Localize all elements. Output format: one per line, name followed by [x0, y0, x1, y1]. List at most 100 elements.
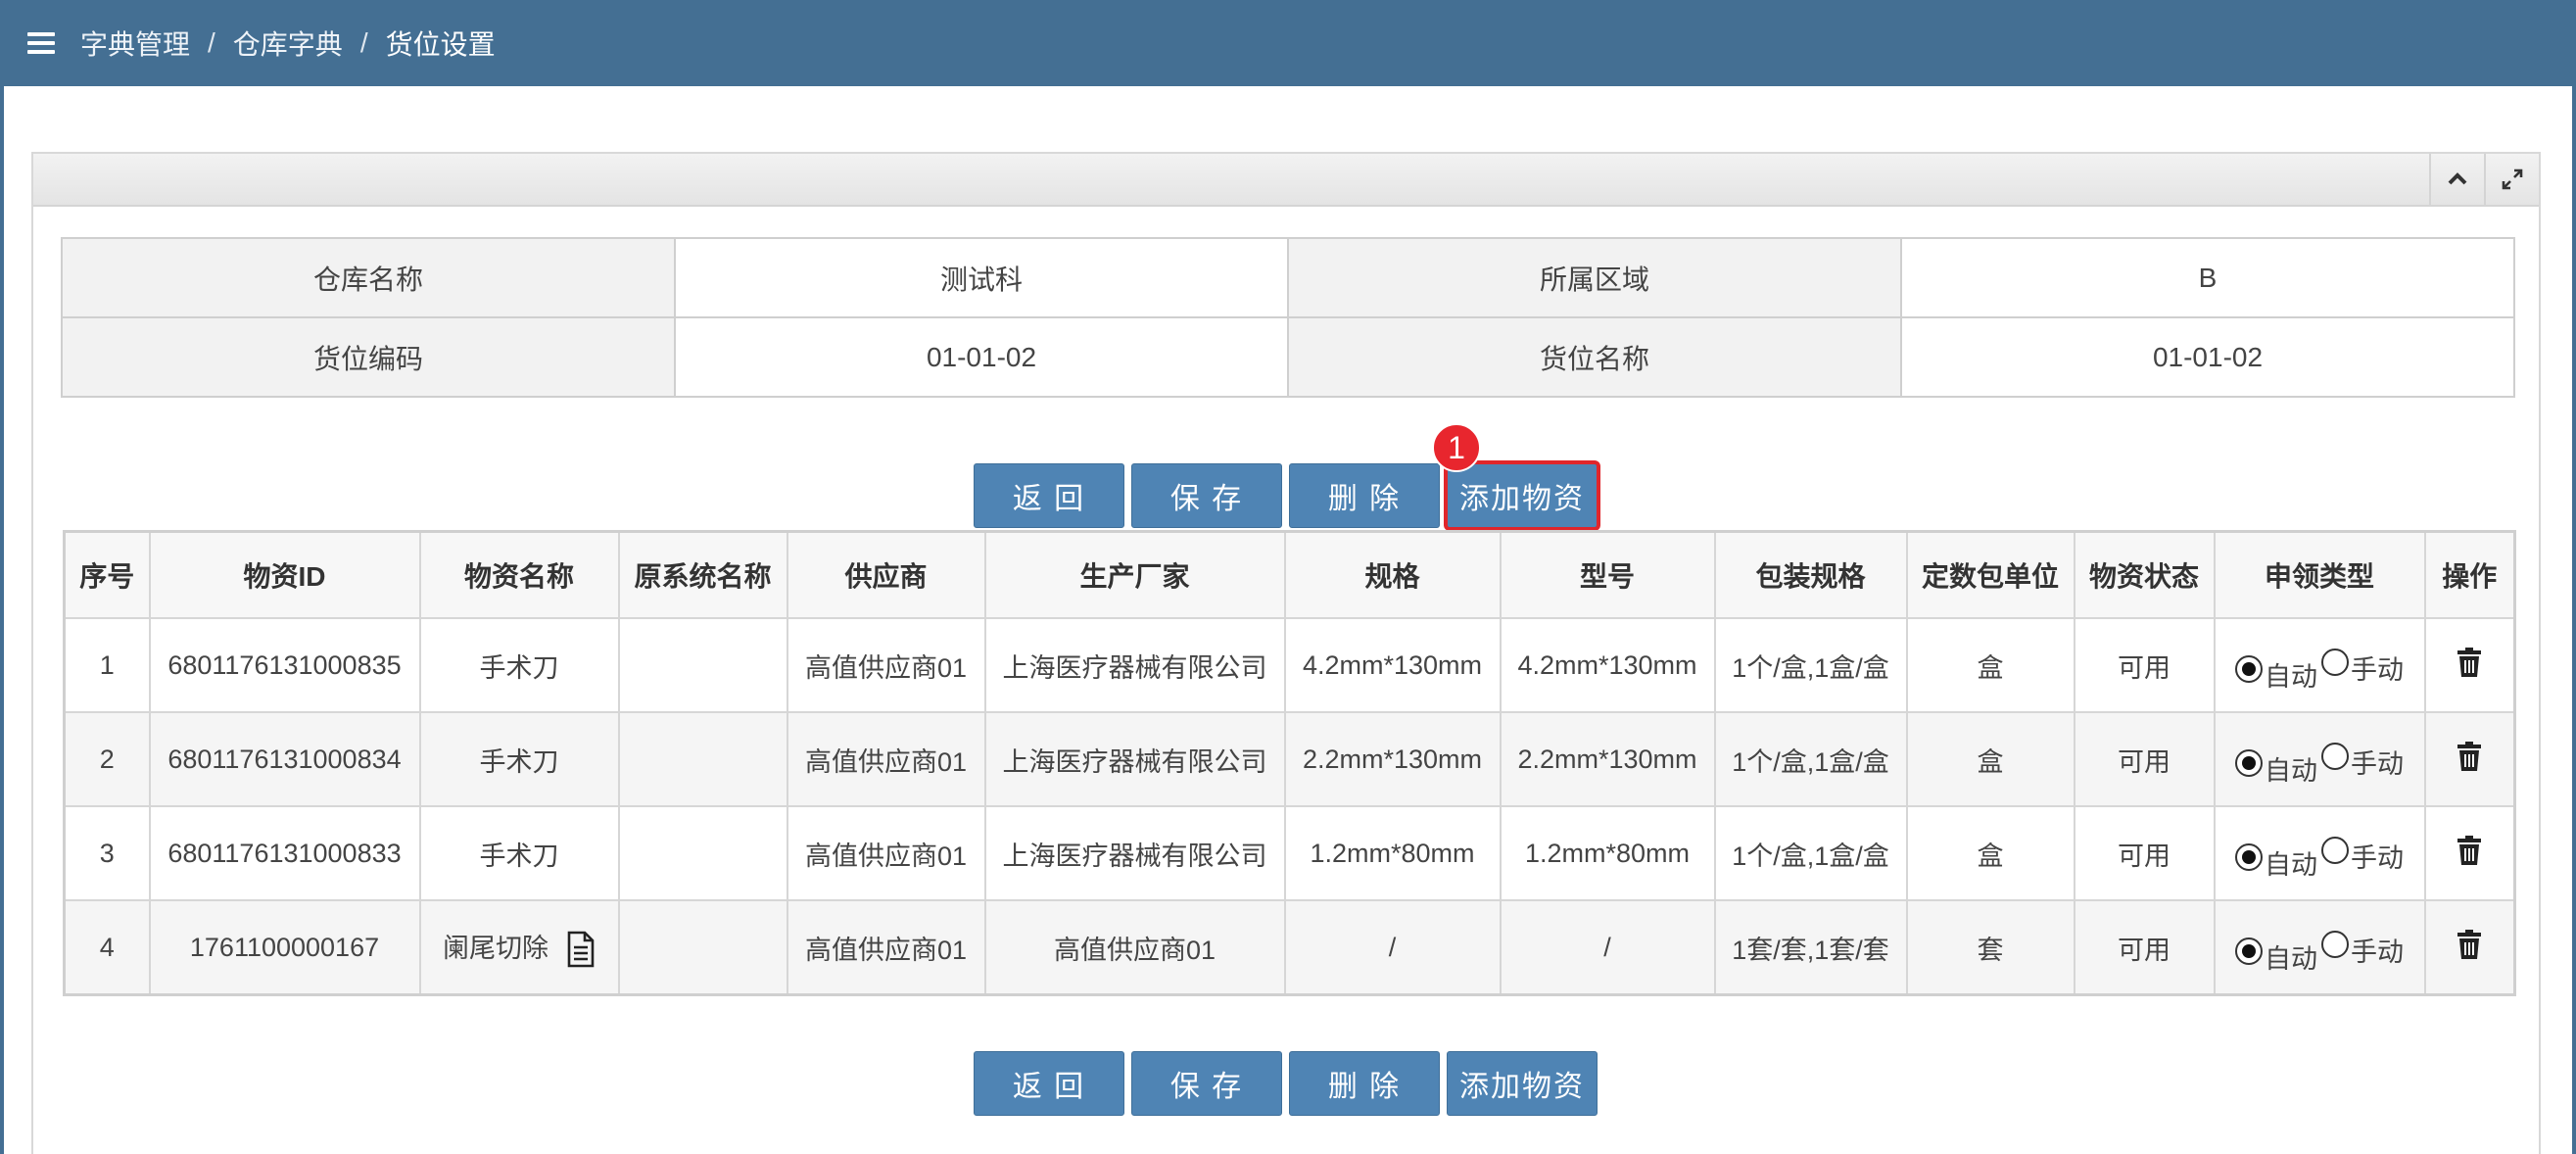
expand-icon[interactable] [2484, 154, 2539, 205]
collapse-icon[interactable] [2429, 154, 2484, 205]
package-spec: 1个/盒,1盒/盒 [1713, 711, 1908, 807]
add-material-button[interactable]: 添加物资 [1447, 1051, 1598, 1116]
radio-auto[interactable]: 自动 [2235, 838, 2317, 880]
location-info-table: 仓库名称 测试科 所属区域 B 货位编码 01-01-02 货位名称 01-01… [61, 237, 2515, 398]
warehouse-name-label: 仓库名称 [61, 237, 676, 318]
col-header: 序号 [63, 530, 151, 619]
col-header: 物资名称 [418, 530, 620, 619]
panel-header [33, 154, 2539, 207]
row-number: 2 [63, 711, 151, 807]
col-header: 原系统名称 [617, 530, 788, 619]
radio-auto-label: 自动 [2265, 662, 2317, 692]
radio-auto[interactable]: 自动 [2235, 932, 2317, 974]
radio-auto-label: 自动 [2265, 944, 2317, 974]
radio-manual[interactable]: 手动 [2321, 737, 2404, 779]
step-badge: 1 [1432, 423, 1481, 472]
manufacturer: 高值供应商01 [983, 899, 1286, 996]
manufacturer: 上海医疗器械有限公司 [983, 805, 1286, 901]
breadcrumb-separator: / [359, 27, 368, 58]
radio-unchecked-icon [2321, 930, 2349, 958]
radio-unchecked-icon [2321, 742, 2349, 770]
model: 1.2mm*80mm [1499, 805, 1716, 901]
delete-button[interactable]: 删 除 [1289, 1051, 1440, 1116]
material-id: 6801176131000834 [148, 711, 421, 807]
document-icon[interactable] [566, 931, 596, 968]
radio-checked-icon [2235, 937, 2263, 965]
supplier: 高值供应商01 [786, 617, 986, 713]
delete-row-cell [2423, 899, 2516, 996]
radio-manual[interactable]: 手动 [2321, 831, 2404, 873]
col-header: 包装规格 [1713, 530, 1908, 619]
material-name-cell: 阑尾切除 [418, 899, 620, 996]
col-header: 申领类型 [2213, 530, 2426, 619]
back-button[interactable]: 返 回 [974, 463, 1124, 528]
radio-checked-icon [2235, 842, 2263, 871]
supplier: 高值供应商01 [786, 805, 986, 901]
delete-row-cell [2423, 711, 2516, 807]
material-status: 可用 [2073, 805, 2216, 901]
original-name [617, 805, 788, 901]
model: / [1499, 899, 1716, 996]
radio-manual-label: 手动 [2351, 843, 2404, 873]
manufacturer: 上海医疗器械有限公司 [983, 711, 1286, 807]
col-header: 供应商 [786, 530, 986, 619]
col-header: 物资ID [148, 530, 421, 619]
radio-checked-icon [2235, 748, 2263, 777]
radio-auto[interactable]: 自动 [2235, 744, 2317, 786]
col-header: 定数包单位 [1905, 530, 2075, 619]
location-code-value: 01-01-02 [674, 316, 1289, 398]
col-header: 型号 [1499, 530, 1716, 619]
add-material-button[interactable]: 添加物资 [1444, 460, 1600, 531]
table-header-row: 序号 物资ID 物资名称 原系统名称 供应商 生产厂家 规格 型号 包装规格 定… [63, 530, 2516, 619]
radio-manual[interactable]: 手动 [2321, 643, 2404, 685]
package-spec: 1个/盒,1盒/盒 [1713, 805, 1908, 901]
delete-row-cell [2423, 805, 2516, 901]
trash-icon[interactable] [2457, 928, 2482, 961]
trash-icon[interactable] [2457, 834, 2482, 867]
materials-table: 序号 物资ID 物资名称 原系统名称 供应商 生产厂家 规格 型号 包装规格 定… [63, 530, 2516, 996]
request-type: 自动 手动 [2213, 805, 2426, 901]
menu-icon[interactable] [27, 32, 55, 54]
breadcrumb-warehouse-dict[interactable]: 仓库字典 [233, 24, 343, 63]
material-id: 6801176131000835 [148, 617, 421, 713]
row-number: 3 [63, 805, 151, 901]
package-unit: 盒 [1905, 617, 2075, 713]
material-name: 手术刀 [418, 617, 620, 713]
package-unit: 盒 [1905, 711, 2075, 807]
radio-auto-label: 自动 [2265, 756, 2317, 786]
bottom-button-row: 返 回 保 存 删 除 添加物资 [974, 1051, 1598, 1116]
radio-unchecked-icon [2321, 648, 2349, 676]
area-value: B [1900, 237, 2515, 318]
radio-auto[interactable]: 自动 [2235, 649, 2317, 692]
spec: / [1283, 899, 1502, 996]
save-button[interactable]: 保 存 [1131, 1051, 1282, 1116]
radio-unchecked-icon [2321, 836, 2349, 864]
package-unit: 套 [1905, 899, 2075, 996]
original-name [617, 899, 788, 996]
package-unit: 盒 [1905, 805, 2075, 901]
row-number: 1 [63, 617, 151, 713]
radio-manual-label: 手动 [2351, 938, 2404, 967]
back-button[interactable]: 返 回 [974, 1051, 1124, 1116]
material-name: 手术刀 [418, 805, 620, 901]
breadcrumb-location-settings: 货位设置 [385, 29, 496, 60]
table-row: 3 6801176131000833 手术刀 高值供应商01 上海医疗器械有限公… [63, 805, 2516, 901]
warehouse-name-value: 测试科 [674, 237, 1289, 318]
frame-border [0, 86, 4, 1154]
delete-button[interactable]: 删 除 [1289, 463, 1440, 528]
radio-manual-label: 手动 [2351, 655, 2404, 685]
breadcrumb-dict-management[interactable]: 字典管理 [80, 24, 190, 63]
trash-icon[interactable] [2457, 646, 2482, 679]
trash-icon[interactable] [2457, 740, 2482, 773]
top-bar: 字典管理 / 仓库字典 / 货位设置 [0, 0, 2576, 86]
radio-manual[interactable]: 手动 [2321, 925, 2404, 967]
top-button-row: 返 回 保 存 删 除 添加物资 [974, 460, 1600, 531]
save-button[interactable]: 保 存 [1131, 463, 1282, 528]
material-id: 1761100000167 [148, 899, 421, 996]
material-id: 6801176131000833 [148, 805, 421, 901]
radio-checked-icon [2235, 654, 2263, 683]
package-spec: 1个/盒,1盒/盒 [1713, 617, 1908, 713]
material-status: 可用 [2073, 899, 2216, 996]
radio-manual-label: 手动 [2351, 749, 2404, 779]
request-type: 自动 手动 [2213, 617, 2426, 713]
